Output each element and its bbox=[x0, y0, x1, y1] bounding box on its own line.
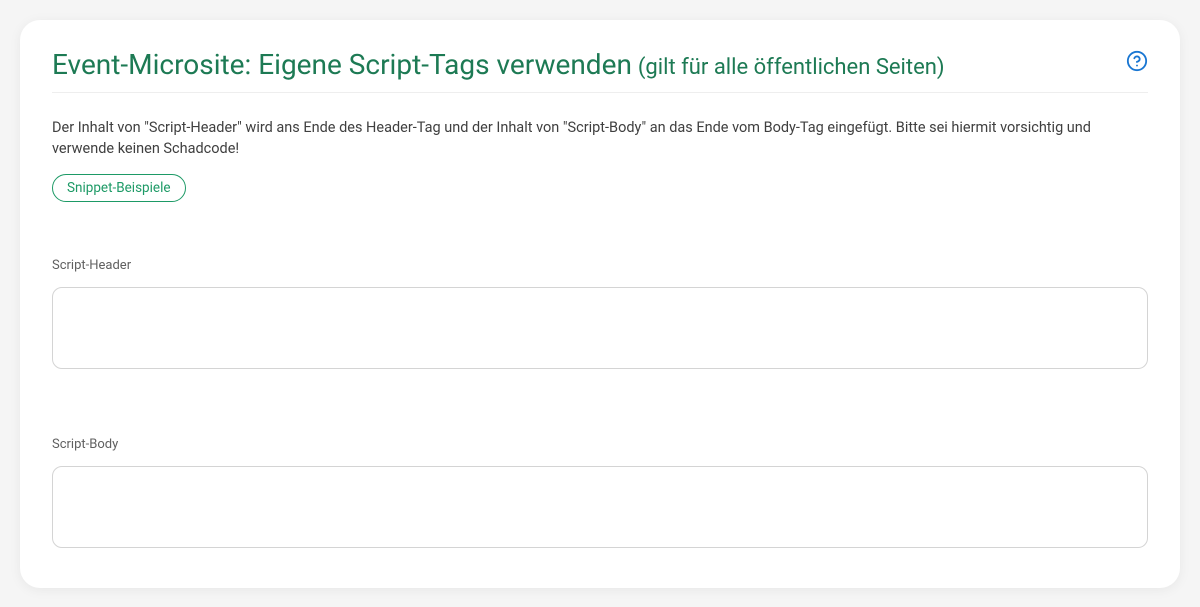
script-body-group: Script-Body bbox=[52, 437, 1148, 552]
script-header-label: Script-Header bbox=[52, 258, 1148, 273]
page-subtitle: (gilt für alle öffentlichen Seiten) bbox=[638, 55, 945, 81]
script-header-input[interactable] bbox=[52, 287, 1148, 369]
help-icon[interactable] bbox=[1126, 50, 1148, 72]
script-header-group: Script-Header bbox=[52, 258, 1148, 373]
script-body-label: Script-Body bbox=[52, 437, 1148, 452]
title-block: Event-Microsite: Eigene Script-Tags verw… bbox=[52, 48, 945, 82]
page-title: Event-Microsite: Eigene Script-Tags verw… bbox=[52, 48, 632, 82]
description-text: Der Inhalt von "Script-Header" wird ans … bbox=[52, 117, 1148, 161]
snippet-examples-button[interactable]: Snippet-Beispiele bbox=[52, 174, 186, 202]
script-body-input[interactable] bbox=[52, 466, 1148, 548]
settings-card: Event-Microsite: Eigene Script-Tags verw… bbox=[20, 20, 1180, 588]
card-header: Event-Microsite: Eigene Script-Tags verw… bbox=[52, 48, 1148, 82]
divider bbox=[52, 92, 1148, 93]
